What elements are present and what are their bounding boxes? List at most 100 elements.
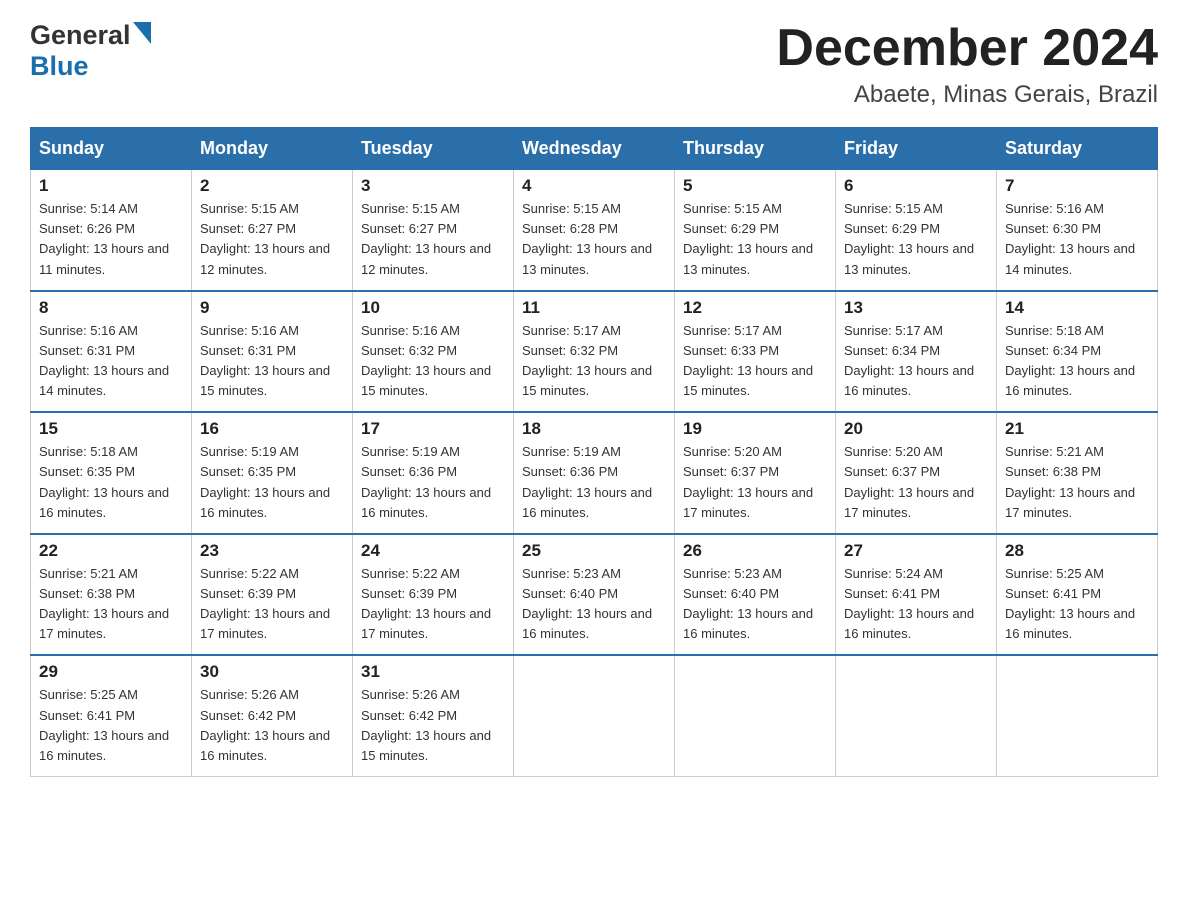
calendar-cell-w4-d6: 27 Sunrise: 5:24 AMSunset: 6:41 PMDaylig… (836, 534, 997, 656)
calendar-cell-w5-d1: 29 Sunrise: 5:25 AMSunset: 6:41 PMDaylig… (31, 655, 192, 776)
day-number: 10 (361, 298, 505, 318)
calendar-week-5: 29 Sunrise: 5:25 AMSunset: 6:41 PMDaylig… (31, 655, 1158, 776)
day-info: Sunrise: 5:17 AMSunset: 6:32 PMDaylight:… (522, 321, 666, 402)
page-header: General Blue December 2024 Abaete, Minas… (30, 20, 1158, 109)
day-number: 2 (200, 176, 344, 196)
calendar-cell-w2-d1: 8 Sunrise: 5:16 AMSunset: 6:31 PMDayligh… (31, 291, 192, 413)
day-info: Sunrise: 5:15 AMSunset: 6:27 PMDaylight:… (200, 199, 344, 280)
calendar-cell-w3-d2: 16 Sunrise: 5:19 AMSunset: 6:35 PMDaylig… (192, 412, 353, 534)
calendar-cell-w1-d3: 3 Sunrise: 5:15 AMSunset: 6:27 PMDayligh… (353, 170, 514, 291)
day-info: Sunrise: 5:21 AMSunset: 6:38 PMDaylight:… (39, 564, 183, 645)
calendar-cell-w5-d3: 31 Sunrise: 5:26 AMSunset: 6:42 PMDaylig… (353, 655, 514, 776)
logo-flag-icon (133, 22, 151, 44)
day-info: Sunrise: 5:16 AMSunset: 6:32 PMDaylight:… (361, 321, 505, 402)
day-info: Sunrise: 5:15 AMSunset: 6:29 PMDaylight:… (844, 199, 988, 280)
day-info: Sunrise: 5:17 AMSunset: 6:34 PMDaylight:… (844, 321, 988, 402)
day-info: Sunrise: 5:26 AMSunset: 6:42 PMDaylight:… (200, 685, 344, 766)
day-number: 5 (683, 176, 827, 196)
header-tuesday: Tuesday (353, 128, 514, 170)
calendar-cell-w2-d5: 12 Sunrise: 5:17 AMSunset: 6:33 PMDaylig… (675, 291, 836, 413)
day-info: Sunrise: 5:20 AMSunset: 6:37 PMDaylight:… (683, 442, 827, 523)
day-info: Sunrise: 5:23 AMSunset: 6:40 PMDaylight:… (522, 564, 666, 645)
day-info: Sunrise: 5:16 AMSunset: 6:30 PMDaylight:… (1005, 199, 1149, 280)
day-info: Sunrise: 5:19 AMSunset: 6:36 PMDaylight:… (361, 442, 505, 523)
day-info: Sunrise: 5:26 AMSunset: 6:42 PMDaylight:… (361, 685, 505, 766)
calendar-cell-w2-d6: 13 Sunrise: 5:17 AMSunset: 6:34 PMDaylig… (836, 291, 997, 413)
calendar-cell-w1-d5: 5 Sunrise: 5:15 AMSunset: 6:29 PMDayligh… (675, 170, 836, 291)
calendar-cell-w4-d1: 22 Sunrise: 5:21 AMSunset: 6:38 PMDaylig… (31, 534, 192, 656)
calendar-cell-w5-d6 (836, 655, 997, 776)
calendar-cell-w2-d7: 14 Sunrise: 5:18 AMSunset: 6:34 PMDaylig… (997, 291, 1158, 413)
title-area: December 2024 Abaete, Minas Gerais, Braz… (776, 20, 1158, 109)
day-info: Sunrise: 5:24 AMSunset: 6:41 PMDaylight:… (844, 564, 988, 645)
day-number: 7 (1005, 176, 1149, 196)
calendar-cell-w5-d4 (514, 655, 675, 776)
day-number: 9 (200, 298, 344, 318)
day-number: 25 (522, 541, 666, 561)
header-saturday: Saturday (997, 128, 1158, 170)
calendar-cell-w3-d3: 17 Sunrise: 5:19 AMSunset: 6:36 PMDaylig… (353, 412, 514, 534)
day-number: 15 (39, 419, 183, 439)
day-info: Sunrise: 5:21 AMSunset: 6:38 PMDaylight:… (1005, 442, 1149, 523)
month-title: December 2024 (776, 20, 1158, 77)
day-info: Sunrise: 5:18 AMSunset: 6:35 PMDaylight:… (39, 442, 183, 523)
calendar-week-4: 22 Sunrise: 5:21 AMSunset: 6:38 PMDaylig… (31, 534, 1158, 656)
day-number: 6 (844, 176, 988, 196)
day-info: Sunrise: 5:18 AMSunset: 6:34 PMDaylight:… (1005, 321, 1149, 402)
header-monday: Monday (192, 128, 353, 170)
location-title: Abaete, Minas Gerais, Brazil (776, 81, 1158, 109)
calendar-table: Sunday Monday Tuesday Wednesday Thursday… (30, 127, 1158, 777)
day-number: 31 (361, 662, 505, 682)
day-number: 24 (361, 541, 505, 561)
calendar-cell-w1-d6: 6 Sunrise: 5:15 AMSunset: 6:29 PMDayligh… (836, 170, 997, 291)
logo-blue-text: Blue (30, 51, 89, 81)
calendar-cell-w3-d4: 18 Sunrise: 5:19 AMSunset: 6:36 PMDaylig… (514, 412, 675, 534)
calendar-cell-w1-d7: 7 Sunrise: 5:16 AMSunset: 6:30 PMDayligh… (997, 170, 1158, 291)
calendar-cell-w2-d3: 10 Sunrise: 5:16 AMSunset: 6:32 PMDaylig… (353, 291, 514, 413)
header-thursday: Thursday (675, 128, 836, 170)
day-info: Sunrise: 5:20 AMSunset: 6:37 PMDaylight:… (844, 442, 988, 523)
calendar-cell-w3-d1: 15 Sunrise: 5:18 AMSunset: 6:35 PMDaylig… (31, 412, 192, 534)
calendar-cell-w4-d7: 28 Sunrise: 5:25 AMSunset: 6:41 PMDaylig… (997, 534, 1158, 656)
calendar-cell-w3-d5: 19 Sunrise: 5:20 AMSunset: 6:37 PMDaylig… (675, 412, 836, 534)
day-number: 16 (200, 419, 344, 439)
calendar-cell-w5-d7 (997, 655, 1158, 776)
calendar-cell-w4-d3: 24 Sunrise: 5:22 AMSunset: 6:39 PMDaylig… (353, 534, 514, 656)
day-info: Sunrise: 5:23 AMSunset: 6:40 PMDaylight:… (683, 564, 827, 645)
day-number: 12 (683, 298, 827, 318)
day-number: 4 (522, 176, 666, 196)
day-number: 17 (361, 419, 505, 439)
day-info: Sunrise: 5:22 AMSunset: 6:39 PMDaylight:… (200, 564, 344, 645)
day-number: 26 (683, 541, 827, 561)
header-friday: Friday (836, 128, 997, 170)
header-wednesday: Wednesday (514, 128, 675, 170)
calendar-week-3: 15 Sunrise: 5:18 AMSunset: 6:35 PMDaylig… (31, 412, 1158, 534)
day-number: 20 (844, 419, 988, 439)
day-number: 27 (844, 541, 988, 561)
calendar-cell-w1-d4: 4 Sunrise: 5:15 AMSunset: 6:28 PMDayligh… (514, 170, 675, 291)
day-info: Sunrise: 5:16 AMSunset: 6:31 PMDaylight:… (200, 321, 344, 402)
day-number: 22 (39, 541, 183, 561)
day-info: Sunrise: 5:19 AMSunset: 6:35 PMDaylight:… (200, 442, 344, 523)
day-info: Sunrise: 5:16 AMSunset: 6:31 PMDaylight:… (39, 321, 183, 402)
day-number: 18 (522, 419, 666, 439)
day-number: 14 (1005, 298, 1149, 318)
day-info: Sunrise: 5:15 AMSunset: 6:27 PMDaylight:… (361, 199, 505, 280)
day-number: 11 (522, 298, 666, 318)
day-info: Sunrise: 5:17 AMSunset: 6:33 PMDaylight:… (683, 321, 827, 402)
header-sunday: Sunday (31, 128, 192, 170)
weekday-header-row: Sunday Monday Tuesday Wednesday Thursday… (31, 128, 1158, 170)
day-info: Sunrise: 5:15 AMSunset: 6:29 PMDaylight:… (683, 199, 827, 280)
day-info: Sunrise: 5:22 AMSunset: 6:39 PMDaylight:… (361, 564, 505, 645)
calendar-cell-w4-d5: 26 Sunrise: 5:23 AMSunset: 6:40 PMDaylig… (675, 534, 836, 656)
day-info: Sunrise: 5:25 AMSunset: 6:41 PMDaylight:… (1005, 564, 1149, 645)
day-number: 30 (200, 662, 344, 682)
calendar-cell-w4-d2: 23 Sunrise: 5:22 AMSunset: 6:39 PMDaylig… (192, 534, 353, 656)
day-number: 3 (361, 176, 505, 196)
day-info: Sunrise: 5:15 AMSunset: 6:28 PMDaylight:… (522, 199, 666, 280)
day-number: 23 (200, 541, 344, 561)
calendar-cell-w5-d5 (675, 655, 836, 776)
day-info: Sunrise: 5:14 AMSunset: 6:26 PMDaylight:… (39, 199, 183, 280)
calendar-cell-w2-d2: 9 Sunrise: 5:16 AMSunset: 6:31 PMDayligh… (192, 291, 353, 413)
day-number: 8 (39, 298, 183, 318)
